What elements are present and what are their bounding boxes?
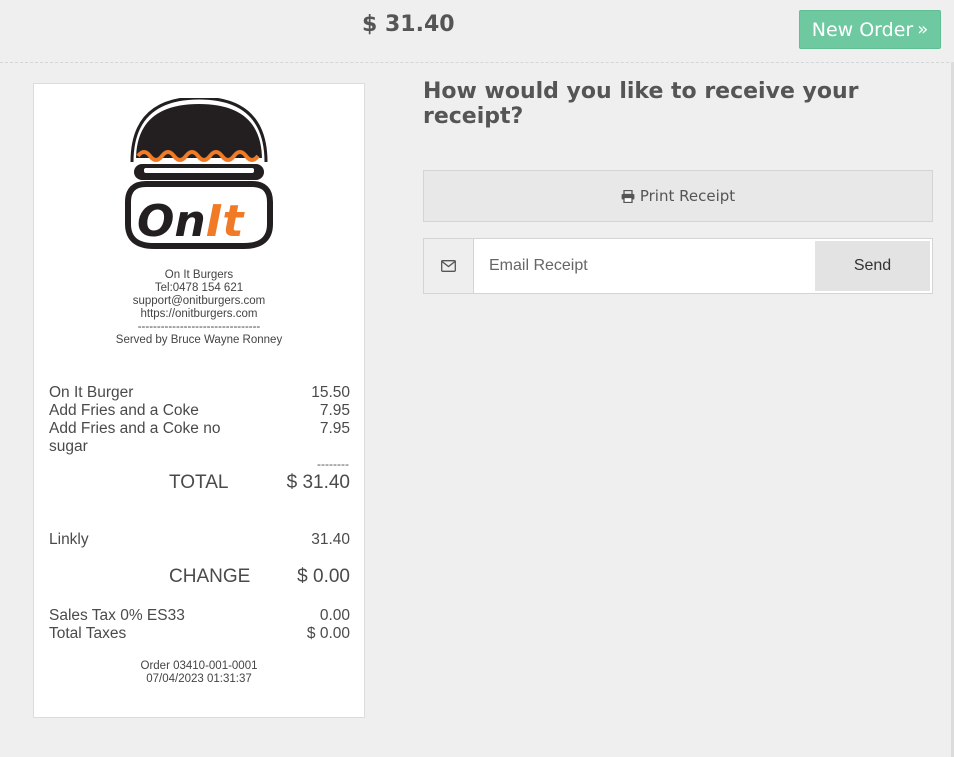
on-it-burgers-logo: On It <box>125 98 273 249</box>
total-taxes-label: Total Taxes <box>49 625 127 642</box>
envelope-icon <box>441 260 456 272</box>
item-name: On It Burger <box>49 384 134 401</box>
item-price: 15.50 <box>311 384 350 401</box>
new-order-label: New Order <box>811 18 914 41</box>
logo-text-it: It <box>206 196 245 247</box>
item-price: 7.95 <box>319 420 350 437</box>
change-label: CHANGE <box>169 566 251 587</box>
printer-icon <box>621 189 635 203</box>
store-info: On It Burgers Tel:0478 154 621 support@o… <box>34 269 364 347</box>
send-button[interactable]: Send <box>815 241 930 291</box>
email-receipt-group: Send <box>423 238 933 294</box>
logo-text-on: On <box>137 196 206 247</box>
order-reference: Order 03410-001-0001 <box>140 660 258 672</box>
tax-value: 0.00 <box>319 607 350 624</box>
receipt-items: On It Burger 15.50 Add Fries and a Coke … <box>49 384 350 456</box>
total-label: TOTAL <box>169 472 229 493</box>
item-name: Add Fries and a Coke <box>49 402 199 419</box>
receipt-footer: Order 03410-001-0001 07/04/2023 01:31:37 <box>34 660 364 686</box>
top-bar: $ 31.40 New Order » <box>0 0 954 63</box>
item-name: Add Fries and a Coke no sugar <box>49 420 221 455</box>
total-taxes-row: Total Taxes $ 0.00 <box>49 625 350 643</box>
served-by: Served by Bruce Wayne Ronney <box>115 334 283 346</box>
print-receipt-label: Print Receipt <box>639 187 736 205</box>
payment-method: Linkly <box>49 531 89 548</box>
receipt-item: Add Fries and a Coke 7.95 <box>49 402 350 420</box>
email-receipt-input[interactable] <box>474 239 814 293</box>
double-chevron-right-icon: » <box>917 19 929 40</box>
total-value: $ 31.40 <box>286 472 350 493</box>
payment-amount: 31.40 <box>311 531 350 548</box>
order-total: $ 31.40 <box>362 12 455 37</box>
receipt-question: How would you like to receive your recei… <box>423 79 859 129</box>
receipt-preview: On It On It Burgers Tel:0478 154 621 sup… <box>33 83 365 718</box>
receipt-divider: -------------------------------- <box>137 321 261 333</box>
tax-name: Sales Tax 0% ES33 <box>49 607 185 624</box>
store-email: support@onitburgers.com <box>132 295 266 307</box>
change-value: $ 0.00 <box>297 566 350 587</box>
store-phone: Tel:0478 154 621 <box>154 282 244 294</box>
total-taxes-value: $ 0.00 <box>306 625 350 642</box>
receipt-item: On It Burger 15.50 <box>49 384 350 402</box>
store-name: On It Burgers <box>164 269 234 281</box>
order-datetime: 07/04/2023 01:31:37 <box>146 673 252 685</box>
receipt-item: Add Fries and a Coke no sugar 7.95 <box>49 420 350 456</box>
subtotal-separator: -------- <box>317 457 349 471</box>
email-addon <box>424 239 474 293</box>
item-price: 7.95 <box>319 402 350 419</box>
store-website: https://onitburgers.com <box>140 308 258 320</box>
tax-row: Sales Tax 0% ES33 0.00 <box>49 607 350 625</box>
new-order-button[interactable]: New Order » <box>799 10 941 49</box>
payment-row: Linkly 31.40 <box>49 531 350 549</box>
print-receipt-button[interactable]: Print Receipt <box>423 170 933 222</box>
